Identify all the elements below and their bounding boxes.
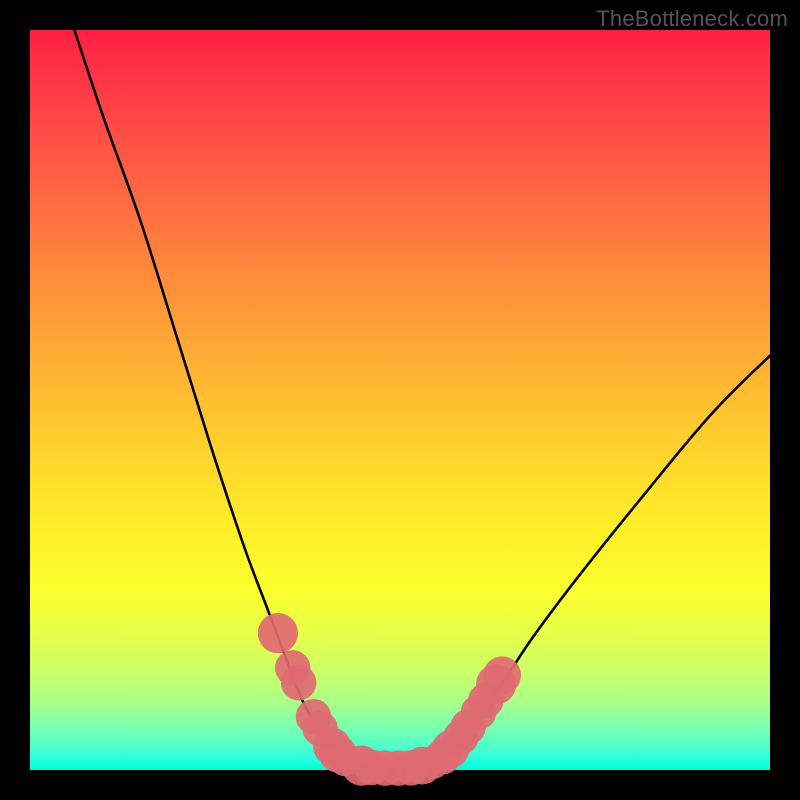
plot-area [30,30,770,770]
highlight-dot [483,656,521,694]
bottleneck-curve [74,30,770,769]
curve-svg [30,30,770,770]
highlight-dot [258,613,298,653]
highlight-dot [281,665,317,701]
chart-frame: TheBottleneck.com [0,0,800,800]
highlight-dots [258,613,521,786]
watermark-label: TheBottleneck.com [596,6,788,32]
